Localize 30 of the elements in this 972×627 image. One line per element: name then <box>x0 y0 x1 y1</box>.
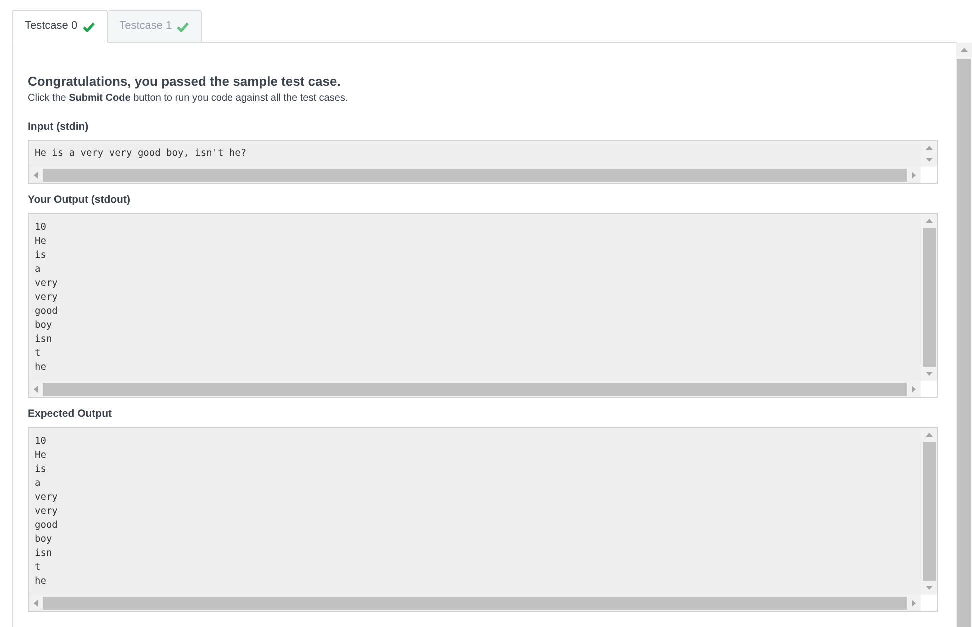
scroll-right-icon[interactable] <box>912 386 916 392</box>
scrollbar-corner <box>921 595 937 611</box>
scrollbar-thumb[interactable] <box>43 168 907 182</box>
section-label: Input (stdin) <box>28 120 90 134</box>
output-text: 10 He is a very very good boy isn t he <box>34 221 59 375</box>
scrollbar-thumb[interactable] <box>43 596 907 610</box>
scrollbar-thumb[interactable] <box>43 382 907 396</box>
scroll-down-icon[interactable] <box>926 158 932 162</box>
scroll-left-icon[interactable] <box>34 386 38 392</box>
output-text: He is a very very good boy, isn't he? <box>34 147 248 161</box>
scroll-down-icon[interactable] <box>926 372 932 376</box>
section-label: Expected Output <box>28 407 114 421</box>
scroll-right-icon[interactable] <box>912 172 916 178</box>
result-message: Click the Submit Code button to run you code against all the test cases. <box>28 92 350 106</box>
scrollbar-thumb[interactable] <box>922 442 936 581</box>
scroll-up-icon[interactable] <box>926 433 932 437</box>
scroll-right-icon[interactable] <box>912 600 916 606</box>
scroll-up-icon[interactable] <box>960 48 968 52</box>
scroll-up-icon[interactable] <box>926 146 932 150</box>
result-title: Congratulations, you passed the sample test case. <box>28 73 342 91</box>
scrollbar-corner <box>921 167 937 183</box>
scrollbar-corner <box>921 381 937 397</box>
scrollbar-thumb[interactable] <box>922 228 936 367</box>
output-text: 10 He is a very very good boy isn t he <box>34 435 59 589</box>
scroll-left-icon[interactable] <box>34 172 38 178</box>
scroll-down-icon[interactable] <box>926 586 932 590</box>
testcase-tab[interactable]: Testcase 0 <box>12 10 108 43</box>
scroll-left-icon[interactable] <box>34 600 38 606</box>
scroll-up-icon[interactable] <box>926 219 932 223</box>
section-label: Your Output (stdout) <box>28 193 132 207</box>
